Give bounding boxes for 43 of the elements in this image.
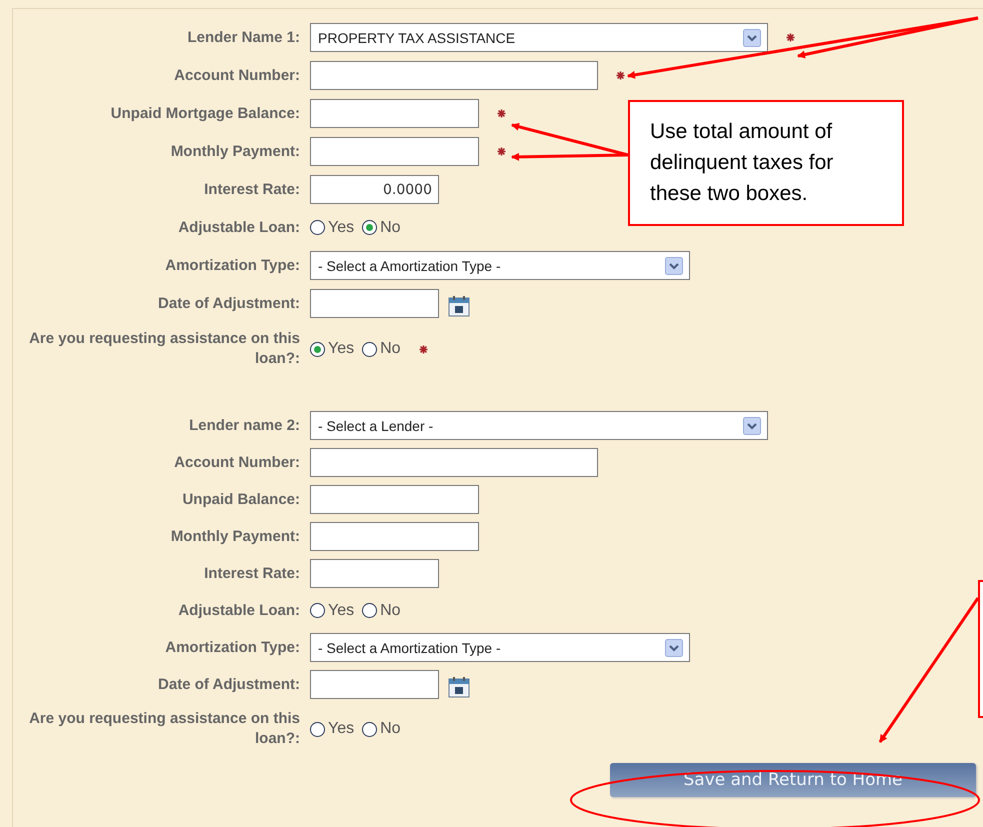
input-field[interactable] [310, 485, 479, 514]
radio-option[interactable]: No [362, 602, 401, 620]
field-label: Are you requesting assistance on this loan?: [28, 329, 300, 369]
input-field[interactable] [310, 670, 439, 699]
input-field[interactable] [310, 99, 479, 128]
input-field[interactable] [310, 61, 598, 90]
radio-option[interactable]: No [362, 218, 401, 236]
radio-option[interactable]: Yes [310, 720, 354, 738]
calendar-icon[interactable] [447, 294, 471, 318]
field-label: Unpaid Balance: [181, 490, 300, 510]
callout-text: Use total amount of delinquent taxes for these two boxes. [650, 120, 834, 205]
input-field[interactable] [310, 448, 598, 477]
field-label: Lender name 2: [188, 416, 300, 436]
field-label: Account Number: [173, 66, 300, 86]
field-label: Adjustable Loan: [177, 218, 300, 238]
field-label: Unpaid Mortgage Balance: [110, 104, 300, 124]
field-label: Are you requesting assistance on this loan?: [28, 709, 300, 749]
field-label: Account Number: [173, 452, 300, 472]
field-label: Amortization Type: [164, 256, 300, 276]
radio-option[interactable]: Yes [310, 340, 354, 358]
calendar-icon[interactable] [447, 674, 471, 698]
field-label: Interest Rate: [203, 180, 300, 200]
dropdown[interactable]: - Select a Lender - [310, 411, 768, 440]
field-label: Amortization Type: [164, 638, 300, 658]
field-label: Date of Adjustment: [157, 674, 300, 694]
dropdown[interactable]: - Select a Amortization Type - [310, 251, 690, 280]
field-label: Monthly Payment: [170, 526, 300, 546]
field-label: Interest Rate: [203, 564, 300, 584]
input-field[interactable] [310, 522, 479, 551]
input-field[interactable] [310, 559, 439, 588]
input-field[interactable] [310, 137, 479, 166]
field-label: Adjustable Loan: [177, 600, 300, 620]
field-label: Date of Adjustment: [157, 294, 300, 314]
field-label: Monthly Payment: [170, 142, 300, 162]
radio-option[interactable]: Yes [310, 218, 354, 236]
dropdown[interactable]: PROPERTY TAX ASSISTANCE [310, 23, 768, 52]
radio-option[interactable]: No [362, 720, 401, 738]
field-label: Lender Name 1: [186, 28, 300, 48]
input-field[interactable] [310, 289, 439, 318]
radio-option[interactable]: Yes [310, 602, 354, 620]
input-field[interactable]: 0.0000 [310, 175, 439, 204]
radio-option[interactable]: No [362, 340, 401, 358]
dropdown[interactable]: - Select a Amortization Type - [310, 633, 690, 662]
